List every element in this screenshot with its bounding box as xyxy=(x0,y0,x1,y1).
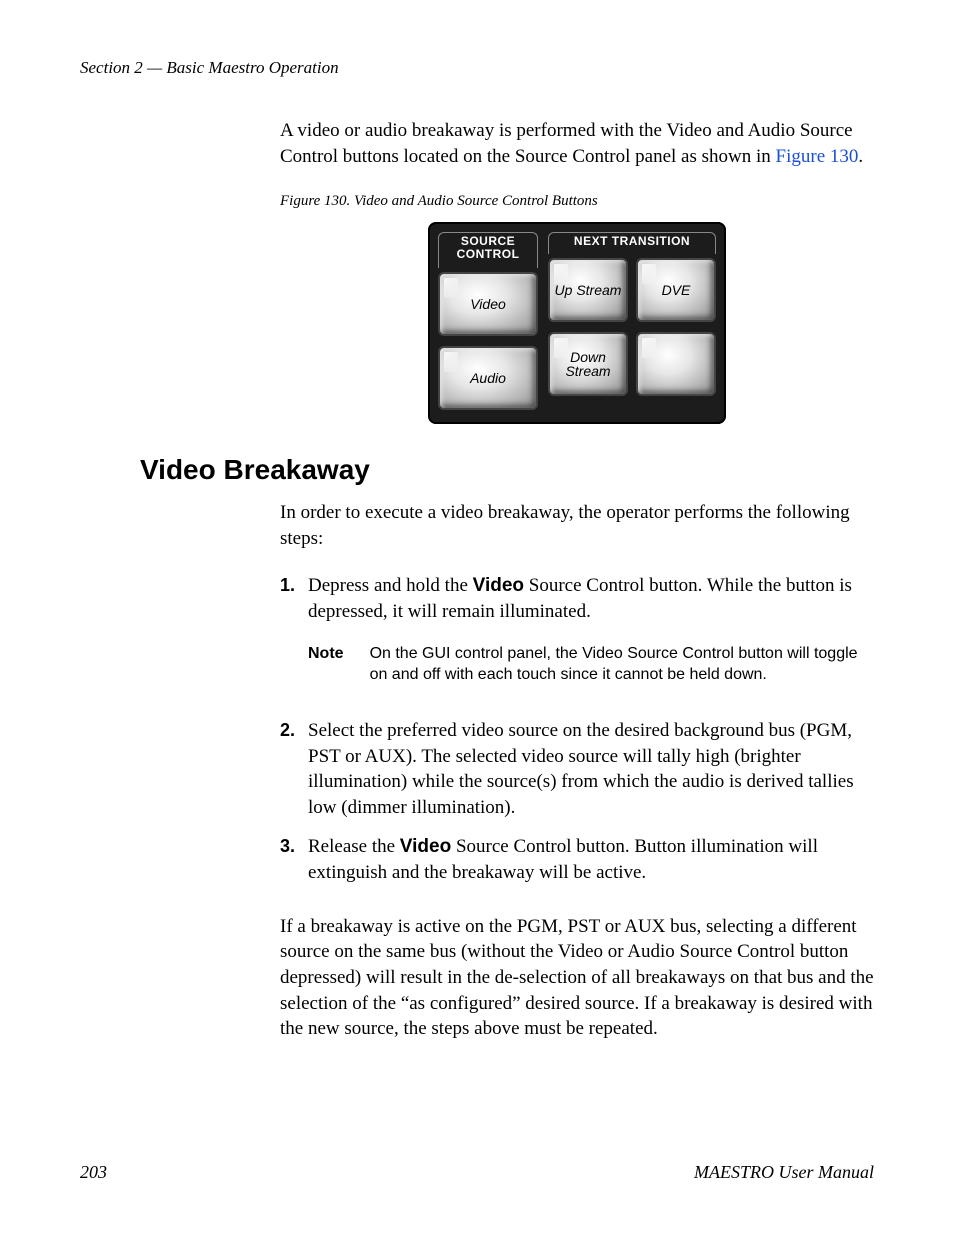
step-1-bold: Video xyxy=(473,575,524,596)
note-label: Note xyxy=(308,643,344,686)
next-transition-label: NEXT TRANSITION xyxy=(548,232,716,255)
running-head: Section 2 — Basic Maestro Operation xyxy=(80,58,874,78)
intro-paragraph: A video or audio breakaway is performed … xyxy=(280,118,874,169)
source-control-label: SOURCE CONTROL xyxy=(438,232,538,269)
dve-button[interactable]: DVE xyxy=(636,258,716,322)
up-stream-button[interactable]: Up Stream xyxy=(548,258,628,322)
page-number: 203 xyxy=(80,1162,107,1183)
body-block: A video or audio breakaway is performed … xyxy=(280,118,874,424)
intro-text: A video or audio breakaway is performed … xyxy=(280,120,853,167)
section-heading: Video Breakaway xyxy=(140,454,874,486)
control-panel-figure: SOURCE CONTROL Video Audio NEXT TRANSITI… xyxy=(428,222,726,425)
closing-paragraph: If a breakaway is active on the PGM, PST… xyxy=(280,914,874,1042)
step-3-bold: Video xyxy=(400,836,451,857)
blank-button[interactable] xyxy=(636,332,716,396)
section-body: In order to execute a video breakaway, t… xyxy=(280,500,874,1042)
next-transition-column: NEXT TRANSITION Up Stream DVE Down Strea… xyxy=(548,232,716,411)
step-1-text-a: Depress and hold the xyxy=(308,575,473,596)
figure-caption: Figure 130. Video and Audio Source Contr… xyxy=(280,191,874,211)
page-footer: 203 MAESTRO User Manual xyxy=(80,1162,874,1183)
note-row: Note On the GUI control panel, the Video… xyxy=(308,643,874,686)
intro-period: . xyxy=(858,146,863,167)
page: Section 2 — Basic Maestro Operation A vi… xyxy=(0,0,954,1235)
down-stream-button[interactable]: Down Stream xyxy=(548,332,628,396)
step-1: Depress and hold the Video Source Contro… xyxy=(280,573,874,717)
note-text: On the GUI control panel, the Video Sour… xyxy=(370,643,874,686)
figure-link[interactable]: Figure 130 xyxy=(776,146,859,167)
step-list: Depress and hold the Video Source Contro… xyxy=(280,573,874,899)
audio-button[interactable]: Audio xyxy=(438,346,538,410)
step-2: Select the preferred video source on the… xyxy=(280,718,874,835)
section-lead: In order to execute a video breakaway, t… xyxy=(280,500,874,551)
step-3: Release the Video Source Control button.… xyxy=(280,834,874,899)
step-3-text-a: Release the xyxy=(308,836,400,857)
video-button[interactable]: Video xyxy=(438,272,538,336)
manual-title: MAESTRO User Manual xyxy=(694,1162,874,1183)
source-control-column: SOURCE CONTROL Video Audio xyxy=(438,232,538,411)
